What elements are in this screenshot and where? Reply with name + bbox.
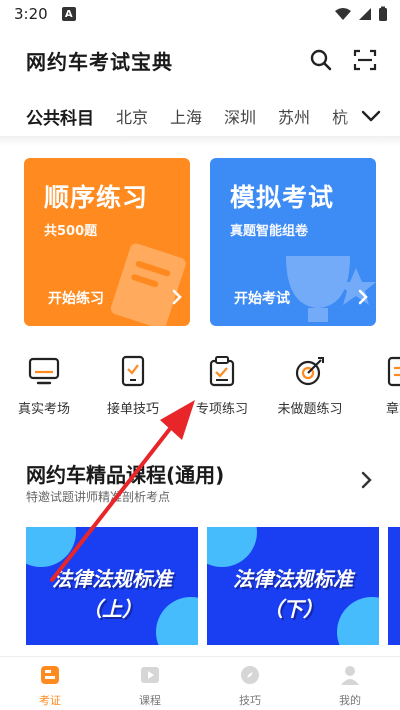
battery-icon [379,6,387,21]
nav-label: 我的 [339,694,361,707]
search-button[interactable] [308,47,334,73]
card-subtitle: 真题智能组卷 [230,224,309,239]
target-icon [295,357,324,386]
wifi-icon [335,8,351,20]
decor-blob [207,527,257,567]
course-title: 法律法规标准 [52,567,172,591]
course-card-law-part2[interactable]: 法律法规标准 （下） [207,527,379,645]
app-title: 网约车考试宝典 [26,49,173,74]
tab-divider [0,136,400,146]
tab-public-subjects[interactable]: 公共科目 [26,104,94,129]
card-title: 顺序练习 [44,183,149,212]
quick-label: 真实考场 [17,402,70,417]
status-icons [334,6,388,22]
compass-icon [241,666,259,684]
chapter-practice-button[interactable]: 章节 [359,352,400,417]
quick-label: 接单技巧 [106,402,159,417]
tab-suzhou[interactable]: 苏州 [278,104,310,128]
special-practice-button[interactable]: 专项练习 [182,352,262,417]
order-tips-button[interactable]: 接单技巧 [93,352,173,417]
app-header: 网约车考试宝典 [0,40,400,80]
signal-icon [359,8,371,20]
mock-exam-card[interactable]: 模拟考试 真题智能组卷 开始考试 [210,158,376,326]
nav-label: 技巧 [239,694,261,707]
scan-icon [353,49,377,71]
chevron-right-icon [172,289,182,305]
card-subtitle: 共500题 [44,224,98,239]
quick-label: 专项练习 [195,402,248,417]
phone-icon [121,355,145,387]
play-icon [141,667,159,683]
course-title: 法律法规标准 [233,567,353,591]
nav-tips[interactable]: 技巧 [200,657,300,710]
monitor-icon [28,357,60,385]
quick-label: 章节 [385,402,400,417]
undone-questions-button[interactable]: 未做题练习 [270,352,350,417]
decor-blob [26,527,76,567]
status-time: 3:20 [14,5,48,23]
tab-shanghai[interactable]: 上海 [170,104,202,128]
start-exam-label: 开始考试 [234,291,290,307]
profile-icon [341,666,359,685]
book-icon [387,356,400,387]
card-title: 模拟考试 [230,183,335,212]
notification-badge: A [61,7,76,21]
exam-icon [41,666,59,684]
chevron-down-icon [361,110,381,122]
bottom-nav: 考证 课程 技巧 我的 [0,656,400,710]
course-card-law-part1[interactable]: 法律法规标准 （上） [26,527,198,645]
real-exam-room-button[interactable]: 真实考场 [4,352,84,417]
nav-label: 考证 [39,694,61,707]
scan-button[interactable] [352,47,378,73]
clipboard-icon [209,356,235,387]
course-part: （下） [263,597,323,621]
chevron-right-icon [358,289,368,305]
chevron-right-icon [361,471,372,489]
sequential-practice-card[interactable]: 顺序练习 共500题 开始练习 [24,158,190,326]
course-card-partial[interactable] [388,527,400,645]
nav-courses[interactable]: 课程 [100,657,200,710]
quick-label: 未做题练习 [277,402,343,417]
tab-beijing[interactable]: 北京 [116,104,148,128]
nav-exam[interactable]: 考证 [0,657,100,710]
courses-subtitle: 特邀试题讲师精准剖析考点 [26,490,171,504]
course-part: （上） [82,597,142,621]
search-icon [310,49,332,71]
status-bar: 3:20 A [0,0,400,28]
nav-label: 课程 [139,694,161,707]
quick-actions: 真实考场 接单技巧 专项练习 未做题练习 章节 [0,352,400,418]
nav-profile[interactable]: 我的 [300,657,400,710]
courses-more-button[interactable] [360,470,380,492]
start-practice-label: 开始练习 [48,291,104,307]
tabs-expand-button[interactable] [358,104,384,128]
tab-shenzhen[interactable]: 深圳 [224,104,256,128]
courses-title: 网约车精品课程(通用) [26,463,225,487]
